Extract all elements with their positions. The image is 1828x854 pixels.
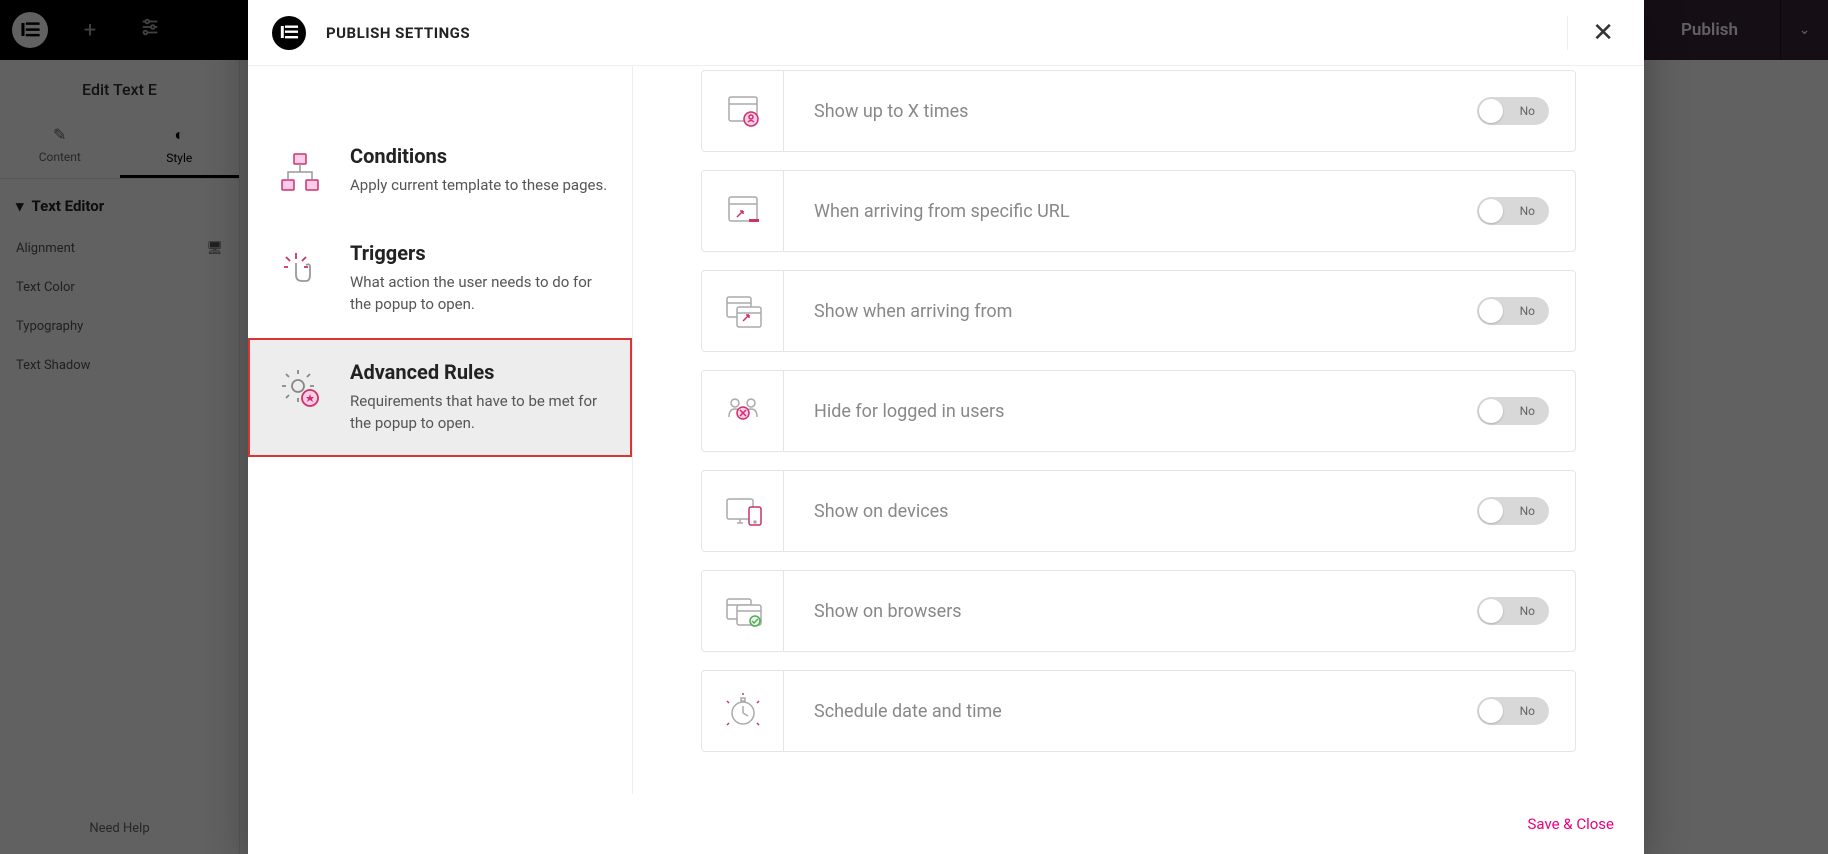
rule-row: Show up to X times No: [701, 70, 1576, 152]
modal-content: Show up to X timesNoWhen arriving from s…: [633, 66, 1644, 794]
rule-row: Show on devices No: [701, 470, 1576, 552]
toggle-knob: [1479, 199, 1503, 223]
rule-label: Show on devices: [784, 501, 1477, 522]
nav-advanced-title: Advanced Rules: [350, 360, 608, 384]
modal-footer: Save & Close: [248, 794, 1644, 854]
rule-row: Schedule date and time No: [701, 670, 1576, 752]
toggle-value: No: [1520, 604, 1535, 618]
rule-label: When arriving from specific URL: [784, 201, 1477, 222]
times-icon: [702, 71, 784, 151]
toggle-knob: [1479, 499, 1503, 523]
rule-row: When arriving from specific URL No: [701, 170, 1576, 252]
rule-row: Hide for logged in users No: [701, 370, 1576, 452]
nav-advanced-rules[interactable]: Advanced Rules Requirements that have to…: [248, 338, 632, 457]
modal-header: I☰ PUBLISH SETTINGS ✕: [248, 0, 1644, 66]
close-icon: ✕: [1592, 18, 1614, 48]
toggle-knob: [1479, 399, 1503, 423]
rule-label: Show when arriving from: [784, 301, 1477, 322]
url-icon: [702, 171, 784, 251]
nav-triggers[interactable]: Triggers What action the user needs to d…: [248, 219, 632, 338]
sitemap-icon: [274, 144, 326, 197]
toggle-value: No: [1520, 704, 1535, 718]
nav-triggers-title: Triggers: [350, 241, 608, 265]
toggle-knob: [1479, 299, 1503, 323]
nav-conditions[interactable]: Conditions Apply current template to the…: [248, 122, 632, 219]
save-close-button[interactable]: Save & Close: [1527, 815, 1614, 833]
toggle-value: No: [1520, 204, 1535, 218]
toggle-value: No: [1520, 504, 1535, 518]
publish-settings-modal: I☰ PUBLISH SETTINGS ✕ Conditions Apply c…: [248, 0, 1644, 854]
rule-toggle[interactable]: No: [1477, 497, 1549, 525]
rule-toggle[interactable]: No: [1477, 297, 1549, 325]
rule-toggle[interactable]: No: [1477, 397, 1549, 425]
elementor-logo-icon: I☰: [272, 16, 306, 50]
rule-row: Show on browsers No: [701, 570, 1576, 652]
toggle-knob: [1479, 99, 1503, 123]
toggle-knob: [1479, 699, 1503, 723]
toggle-value: No: [1520, 104, 1535, 118]
rule-label: Schedule date and time: [784, 701, 1477, 722]
nav-conditions-desc: Apply current template to these pages.: [350, 174, 607, 197]
modal-title: PUBLISH SETTINGS: [326, 24, 470, 42]
rule-row: Show when arriving from No: [701, 270, 1576, 352]
rule-label: Hide for logged in users: [784, 401, 1477, 422]
modal-sidebar: Conditions Apply current template to the…: [248, 66, 633, 794]
toggle-value: No: [1520, 304, 1535, 318]
devices-icon: [702, 471, 784, 551]
rule-toggle[interactable]: No: [1477, 697, 1549, 725]
arriving-icon: [702, 271, 784, 351]
click-icon: [274, 241, 326, 316]
toggle-value: No: [1520, 404, 1535, 418]
nav-triggers-desc: What action the user needs to do for the…: [350, 271, 608, 316]
rule-label: Show on browsers: [784, 601, 1477, 622]
toggle-knob: [1479, 599, 1503, 623]
nav-advanced-desc: Requirements that have to be met for the…: [350, 390, 608, 435]
rule-label: Show up to X times: [784, 101, 1477, 122]
schedule-icon: [702, 671, 784, 751]
browsers-icon: [702, 571, 784, 651]
rule-toggle[interactable]: No: [1477, 197, 1549, 225]
rule-toggle[interactable]: No: [1477, 97, 1549, 125]
rule-toggle[interactable]: No: [1477, 597, 1549, 625]
close-button[interactable]: ✕: [1567, 16, 1620, 50]
gear-star-icon: [274, 360, 326, 435]
nav-conditions-title: Conditions: [350, 144, 607, 168]
users-icon: [702, 371, 784, 451]
